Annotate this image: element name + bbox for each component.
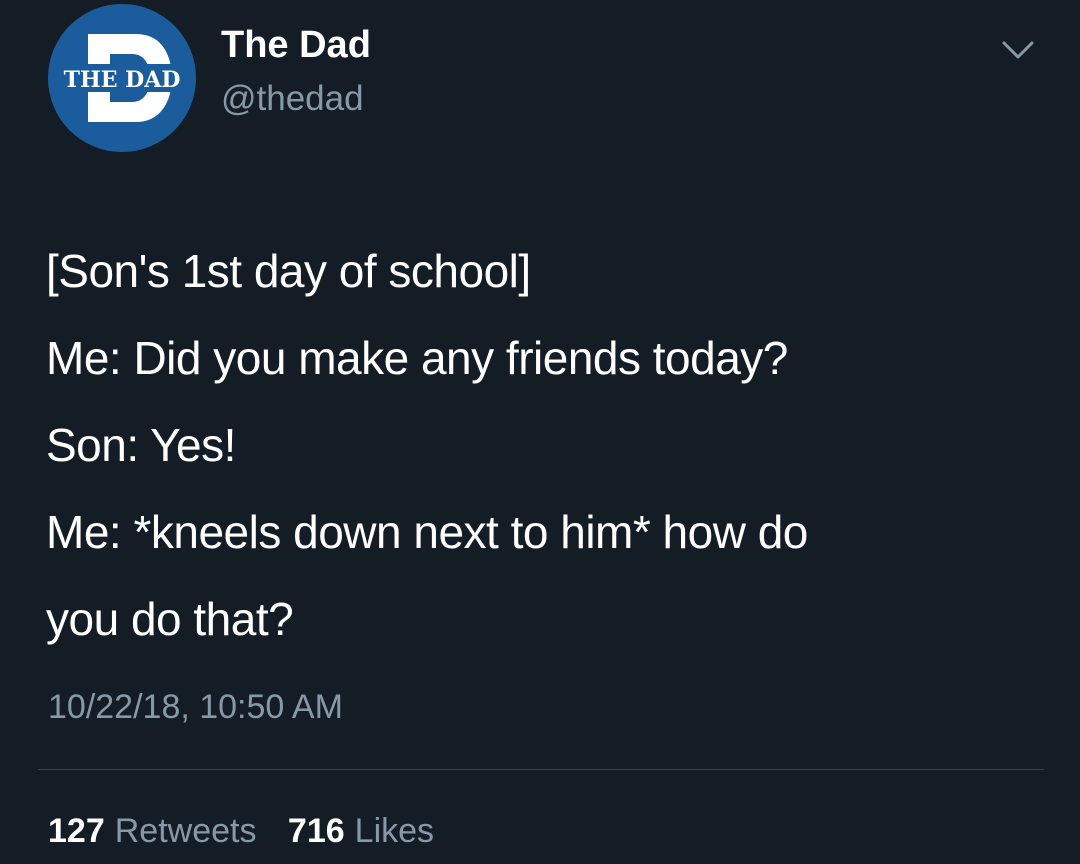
tweet-card: THE DAD The Dad @thedad [Son's 1st day o… (0, 0, 1080, 864)
tweet-text-line: you do that? (46, 593, 294, 645)
retweets-label: Retweets (114, 812, 257, 850)
svg-text:THE DAD: THE DAD (64, 67, 181, 93)
chevron-down-icon (1002, 41, 1034, 59)
likes-count: 716 (287, 812, 345, 850)
tweet-timestamp[interactable]: 10/22/18, 10:50 AM (48, 688, 343, 727)
tweet-stats: 127 Retweets 716 Likes (48, 812, 456, 851)
retweets-count: 127 (48, 812, 105, 850)
the-dad-logo-icon: THE DAD (48, 4, 196, 152)
likes-label: Likes (354, 812, 435, 850)
tweet-text-line: Me: Did you make any friends today? (46, 332, 788, 384)
likes-stat[interactable]: 716 Likes (288, 812, 434, 850)
divider (38, 769, 1044, 770)
display-name[interactable]: The Dad (221, 24, 371, 67)
tweet-text-line: [Son's 1st day of school] (46, 245, 531, 297)
tweet-menu-button[interactable] (1000, 38, 1036, 62)
tweet-text-line: Son: Yes! (46, 419, 236, 471)
tweet-text: [Son's 1st day of school] Me: Did you ma… (46, 228, 1056, 663)
user-handle[interactable]: @thedad (221, 79, 364, 119)
tweet-text-line: Me: *kneels down next to him* how do (46, 506, 808, 558)
retweets-stat[interactable]: 127 Retweets (48, 812, 256, 850)
avatar[interactable]: THE DAD (48, 4, 196, 152)
